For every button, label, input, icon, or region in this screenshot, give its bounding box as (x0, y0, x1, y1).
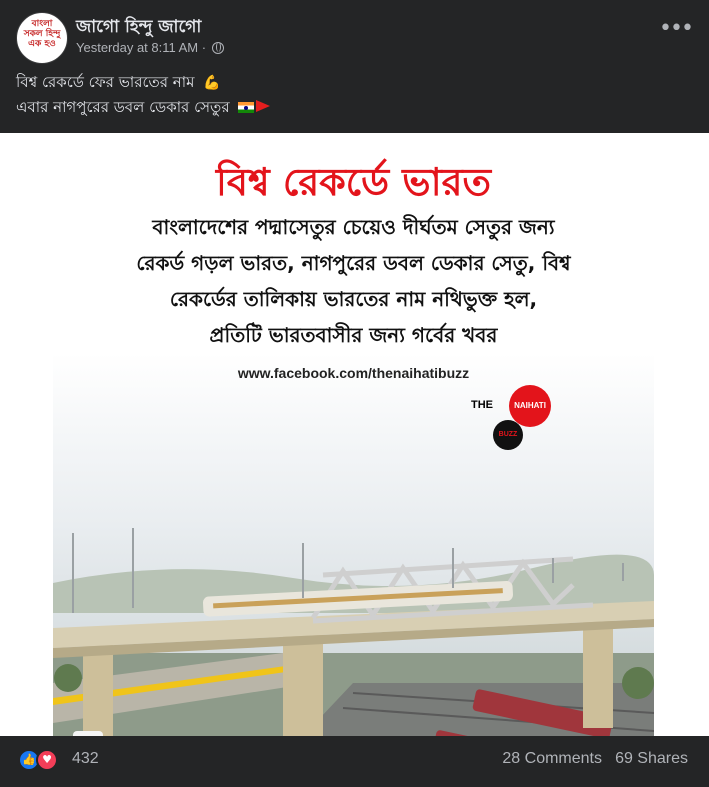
globe-icon[interactable] (211, 42, 224, 54)
caption-line-2-text: এবার নাগপুরের ডবল ডেকার সেতুর (16, 98, 230, 116)
post-card: বাংলা সকল হিন্দু এক হও জাগো হিন্দু জাগো … (0, 0, 709, 787)
bridge-illustration (53, 353, 654, 736)
avatar-logo-text: বাংলা সকল হিন্দু এক হও (23, 19, 61, 49)
reaction-icons[interactable]: 👍 ♥ (18, 749, 66, 771)
love-reaction-icon: ♥ (36, 749, 58, 771)
flexed-biceps-icon: 💪 (203, 75, 221, 91)
more-options-button[interactable]: ••• (659, 18, 694, 42)
post-footer: 👍 ♥ 432 28 Comments 69 Shares (0, 736, 709, 787)
meta-separator: · (198, 40, 210, 55)
poster-body: বাংলাদেশের পদ্মাসেতুর চেয়েও দীর্ঘতম সেত… (63, 209, 644, 353)
comments-count-link[interactable]: 28 Comments (502, 750, 602, 768)
caption-line-1-text: বিশ্ব রেকর্ডে ফের ভারতের নাম (16, 73, 195, 91)
poster-logo-naihati: NAIHATI (509, 385, 551, 427)
poster-body-line: রেকর্ড গড়ল ভারত, নাগপুরের ডবল ডেকার সেত… (136, 251, 571, 275)
page-name-link[interactable]: জাগো হিন্দু জাগো (76, 14, 201, 42)
post-header: বাংলা সকল হিন্দু এক হও জাগো হিন্দু জাগো … (16, 12, 694, 64)
post-timestamp[interactable]: Yesterday at 8:11 AM (76, 40, 198, 55)
shares-count-link[interactable]: 69 Shares (615, 750, 688, 768)
poster-source-url: www.facebook.com/thenaihatibuzz (237, 365, 470, 381)
poster-body-line: রেকর্ডের তালিকায় ভারতের নাম নথিভুক্ত হল… (169, 287, 538, 311)
india-flag-icon (238, 102, 255, 113)
poster-logo-the: THE (471, 399, 493, 411)
post-meta: Yesterday at 8:11 AM · (76, 40, 224, 55)
saffron-pennant-icon (256, 100, 271, 112)
poster-headline: বিশ্ব রেকর্ডে ভারত (215, 160, 492, 204)
image-poster: বিশ্ব রেকর্ডে ভারত বাংলাদেশের পদ্মাসেতুর… (53, 133, 654, 736)
caption-line-2: এবার নাগপুরের ডবল ডেকার সেতুর (16, 95, 693, 119)
caption-line-1: বিশ্ব রেকর্ডে ফের ভারতের নাম 💪 (16, 70, 693, 95)
post-caption: বিশ্ব রেকর্ডে ফের ভারতের নাম 💪 এবার নাগপ… (16, 70, 693, 119)
reaction-count[interactable]: 432 (72, 750, 99, 768)
poster-body-line: প্রতিটি ভারতবাসীর জন্য গর্বের খবর (209, 323, 498, 347)
post-image[interactable]: বিশ্ব রেকর্ডে ভারত বাংলাদেশের পদ্মাসেতুর… (0, 133, 709, 736)
page-avatar[interactable]: বাংলা সকল হিন্দু এক হও (16, 12, 68, 64)
poster-body-line: বাংলাদেশের পদ্মাসেতুর চেয়েও দীর্ঘতম সেত… (152, 215, 555, 239)
poster-logo-buzz: BUZZ (493, 420, 523, 450)
